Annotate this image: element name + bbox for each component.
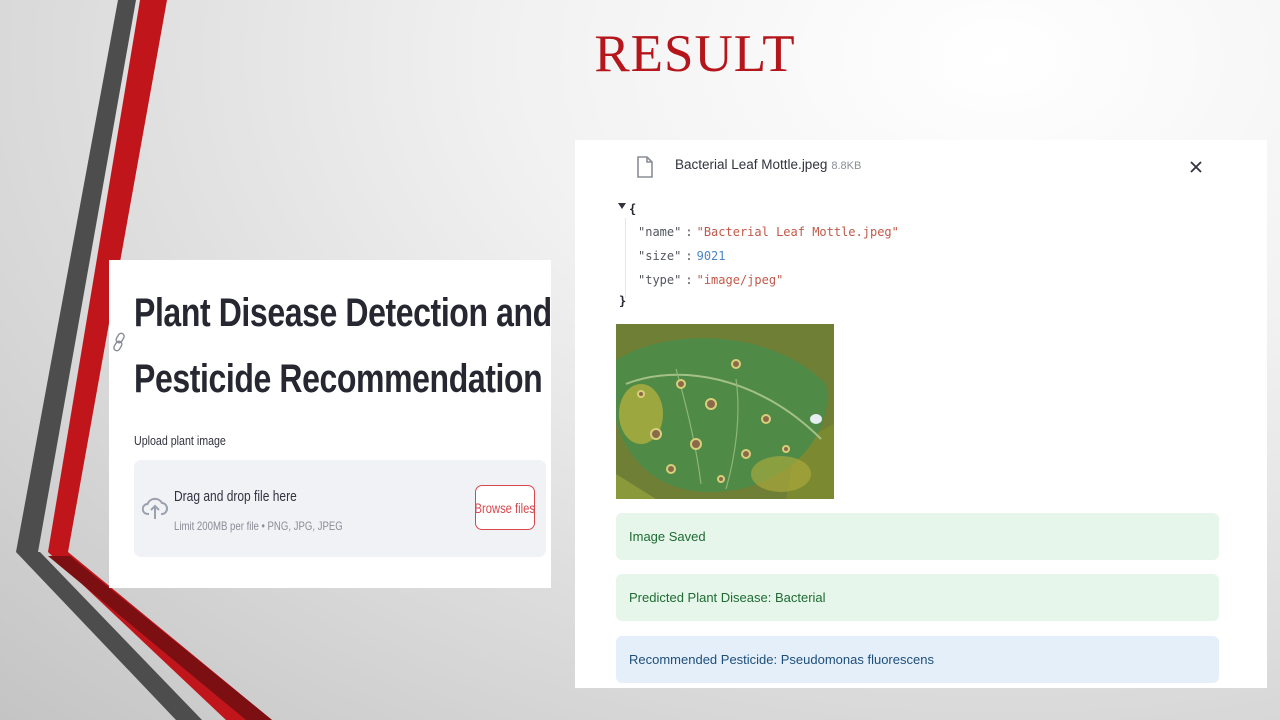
- json-separator: :: [685, 249, 693, 263]
- uploader-panel: Plant Disease Detection and Pesticide Re…: [109, 260, 552, 588]
- browse-files-button[interactable]: Browse files: [475, 485, 535, 530]
- json-value-name: "Bacterial Leaf Mottle.jpeg": [696, 225, 899, 239]
- prediction-alert: Predicted Plant Disease: Bacterial: [616, 574, 1219, 621]
- json-key-type: "type": [638, 273, 682, 287]
- app-title-line1: Plant Disease Detection and: [134, 291, 552, 335]
- app-title-line2: Pesticide Recommendation: [134, 357, 543, 401]
- upload-label: Upload plant image: [134, 433, 226, 448]
- upload-cloud-icon: [142, 497, 168, 519]
- file-icon: [637, 156, 653, 178]
- drop-instructions: Drag and drop file here: [174, 488, 297, 505]
- result-panel: Bacterial Leaf Mottle.jpeg 8.8KB { "name"…: [575, 140, 1267, 688]
- json-type-line: "type": "image/jpeg": [638, 273, 783, 287]
- json-key-size: "size": [638, 249, 682, 263]
- json-indent-guide: [625, 218, 626, 298]
- collapse-caret-icon[interactable]: [617, 202, 627, 210]
- json-value-type: "image/jpeg": [696, 273, 784, 287]
- json-close-brace: }: [619, 294, 627, 308]
- close-icon[interactable]: [1187, 158, 1205, 176]
- json-separator: :: [685, 225, 693, 239]
- uploaded-file-size: 8.8KB: [831, 160, 862, 172]
- file-dropzone[interactable]: Drag and drop file here Limit 200MB per …: [134, 460, 546, 557]
- json-key-name: "name": [638, 225, 682, 239]
- uploaded-file-row: Bacterial Leaf Mottle.jpeg 8.8KB: [675, 157, 861, 172]
- slide-title: RESULT: [594, 25, 796, 83]
- link-icon[interactable]: [112, 332, 126, 352]
- json-name-line: "name": "Bacterial Leaf Mottle.jpeg": [638, 225, 899, 239]
- image-saved-alert: Image Saved: [616, 513, 1219, 560]
- json-value-size: 9021: [696, 249, 726, 263]
- file-limit-note: Limit 200MB per file • PNG, JPG, JPEG: [174, 519, 343, 533]
- json-separator: :: [685, 273, 693, 287]
- uploaded-file-name: Bacterial Leaf Mottle.jpeg: [675, 157, 828, 172]
- json-size-line: "size":9021: [638, 249, 726, 263]
- json-open-brace: {: [629, 202, 637, 216]
- browse-files-label: Browse files: [474, 499, 536, 516]
- app-title: Plant Disease Detection and Pesticide Re…: [134, 280, 552, 412]
- pesticide-alert: Recommended Pesticide: Pseudomonas fluor…: [616, 636, 1219, 683]
- uploaded-leaf-image: [616, 324, 834, 499]
